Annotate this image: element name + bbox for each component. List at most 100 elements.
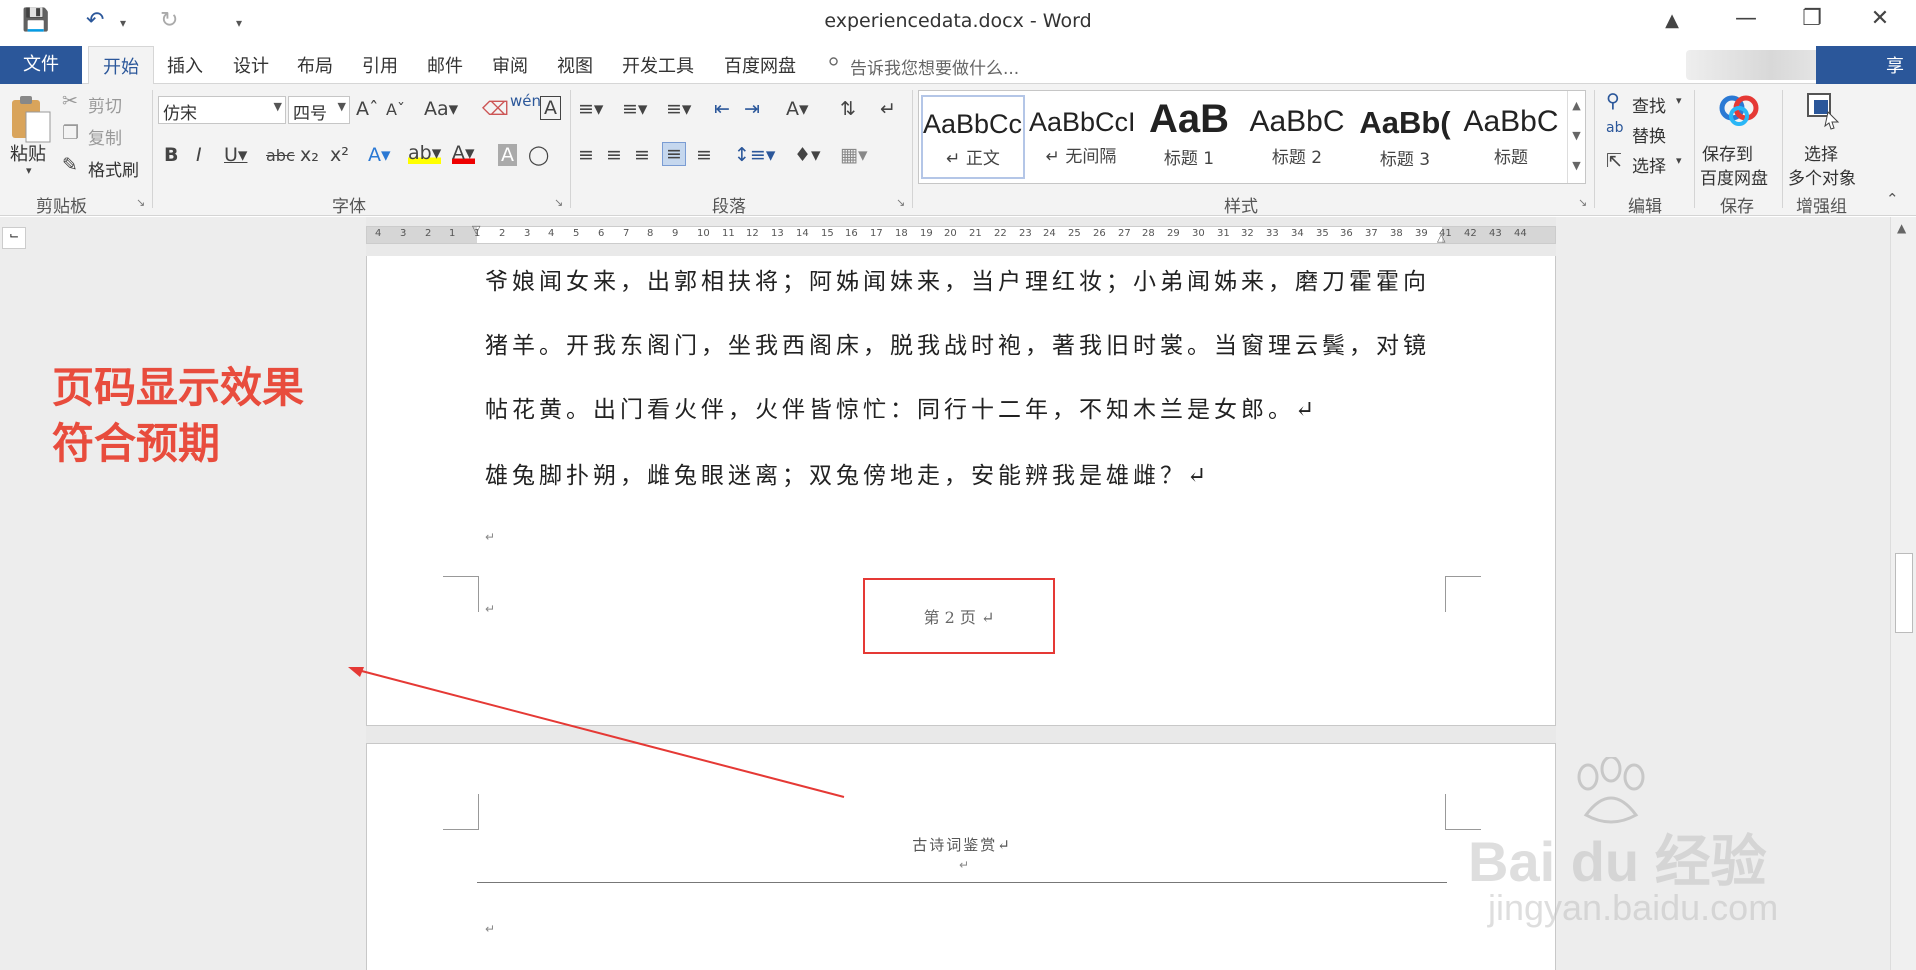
borders-icon[interactable]: ▦▾ (840, 144, 868, 166)
enclose-characters-icon[interactable]: ◯ (528, 144, 549, 166)
select-objects-icon[interactable] (1806, 92, 1842, 130)
tab-references[interactable]: 引用 (362, 52, 398, 78)
font-launcher-icon[interactable]: ↘ (554, 196, 563, 209)
select-objects-line2[interactable]: 多个对象 (1788, 164, 1856, 189)
align-right-icon[interactable]: ≡ (634, 144, 650, 166)
cut-button[interactable]: 剪切 (88, 92, 122, 117)
bullets-icon[interactable]: ≡▾ (578, 98, 603, 120)
find-icon[interactable]: ⚲ (1606, 90, 1620, 112)
subscript-icon[interactable]: x₂ (300, 144, 319, 166)
styles-launcher-icon[interactable]: ↘ (1578, 196, 1587, 209)
vertical-scrollbar[interactable]: ▲ (1890, 217, 1916, 970)
numbering-icon[interactable]: ≡▾ (622, 98, 647, 120)
select-icon[interactable]: ⇱ (1606, 150, 1622, 172)
tab-review[interactable]: 审阅 (492, 52, 528, 78)
select-button[interactable]: 选择 (1632, 152, 1666, 177)
select-dropdown-icon[interactable]: ▾ (1676, 154, 1682, 167)
align-left-icon[interactable]: ≡ (578, 144, 594, 166)
tab-view[interactable]: 视图 (557, 52, 593, 78)
decrease-indent-icon[interactable]: ⇤ (714, 98, 730, 120)
restore-button[interactable]: ❐ (1792, 6, 1832, 31)
style-heading-2[interactable]: AaBbC 标题 2 (1245, 95, 1349, 179)
tab-selector-icon[interactable]: ⌙ (2, 227, 26, 249)
save-to-baidu-line1[interactable]: 保存到 (1702, 140, 1753, 165)
shading-icon[interactable]: ♦▾ (794, 144, 821, 166)
share-button[interactable]: 享 (1816, 46, 1916, 84)
copy-icon[interactable]: ❐ (62, 122, 79, 144)
format-painter-icon[interactable]: ✎ (62, 154, 78, 176)
clear-format-icon[interactable]: ⌫ (482, 98, 509, 120)
close-button[interactable]: ✕ (1860, 6, 1900, 31)
tab-design[interactable]: 设计 (233, 52, 269, 78)
body-text-line[interactable]: 爷娘闻女来，出郭相扶将；阿姊闻妹来，当户理红妆；小弟闻姊来，磨刀霍霍向 (485, 262, 1430, 296)
style-heading-1[interactable]: AaB 标题 1 (1137, 95, 1241, 179)
superscript-icon[interactable]: x² (330, 144, 349, 166)
page-number-footer[interactable]: 第 2 页 ↵ (863, 604, 1055, 628)
tab-home[interactable]: 开始 (88, 46, 154, 85)
chinese-layout-icon[interactable]: A▾ (786, 98, 809, 120)
highlight-color-icon[interactable]: ab▾ (408, 142, 442, 164)
select-objects-line1[interactable]: 选择 (1804, 140, 1838, 165)
save-to-baidu-line2[interactable]: 百度网盘 (1700, 164, 1768, 189)
sort-icon[interactable]: ⇅ (840, 98, 856, 120)
character-border-icon[interactable]: A (540, 96, 561, 120)
tab-baidu-netdisk[interactable]: 百度网盘 (724, 52, 796, 78)
line-spacing-icon[interactable]: ↕≡▾ (734, 144, 775, 166)
style-no-spacing[interactable]: AaBbCcI ↵ 无间隔 (1029, 95, 1133, 179)
styles-scroll[interactable]: ▲ ▼ ▼ (1567, 91, 1585, 183)
indent-marker-icon[interactable]: ▽ (472, 223, 480, 236)
body-text-line[interactable]: 猪羊。开我东阁门，坐我西阁床，脱我战时袍，著我旧时裳。当窗理云鬓，对镜 (485, 326, 1430, 360)
show-marks-icon[interactable]: ↵ (880, 98, 896, 120)
replace-icon[interactable]: ab (1606, 120, 1623, 136)
body-text-line[interactable]: 帖花黄。出门看火伴，火伴皆惊忙：同行十二年，不知木兰是女郎。↵ (485, 390, 1318, 424)
copy-button[interactable]: 复制 (88, 124, 122, 149)
text-effects-icon[interactable]: A▾ (368, 144, 391, 166)
underline-icon[interactable]: U▾ (224, 144, 247, 166)
font-color-icon[interactable]: A▾ (452, 142, 475, 164)
increase-indent-icon[interactable]: ⇥ (744, 98, 760, 120)
style-title[interactable]: AaBbC 标题 (1461, 95, 1561, 179)
paste-dropdown-icon[interactable]: ▾ (26, 164, 32, 177)
change-case-icon[interactable]: Aa▾ (424, 98, 458, 120)
clipboard-launcher-icon[interactable]: ↘ (136, 196, 145, 209)
character-shading-icon[interactable]: A (498, 144, 517, 166)
baidu-netdisk-icon[interactable] (1718, 90, 1760, 130)
right-indent-marker-icon[interactable]: △ (1437, 231, 1445, 244)
format-painter-button[interactable]: 格式刷 (88, 156, 139, 181)
italic-icon[interactable]: I (196, 144, 202, 166)
multilevel-list-icon[interactable]: ≡▾ (666, 98, 691, 120)
font-name-combo[interactable]: 仿宋 ▼ (158, 96, 286, 124)
minimize-button[interactable]: — (1726, 6, 1766, 31)
grow-font-icon[interactable]: Aˆ (356, 98, 379, 120)
paste-button[interactable]: 粘贴 (10, 140, 46, 166)
cut-icon[interactable]: ✂ (62, 90, 78, 112)
tab-mailings[interactable]: 邮件 (427, 52, 463, 78)
tab-insert[interactable]: 插入 (167, 52, 203, 78)
shrink-font-icon[interactable]: Aˇ (386, 100, 405, 119)
collapse-ribbon-icon[interactable]: ⌃ (1886, 190, 1899, 208)
justify-icon[interactable]: ≡ (662, 142, 686, 166)
distributed-icon[interactable]: ≡ (696, 144, 712, 166)
phonetic-guide-icon[interactable]: wén (510, 92, 541, 110)
paragraph-launcher-icon[interactable]: ↘ (896, 196, 905, 209)
strikethrough-icon[interactable]: abc (266, 146, 295, 165)
scrollbar-thumb[interactable] (1895, 553, 1913, 633)
style-heading-3[interactable]: AaBb( 标题 3 (1353, 95, 1457, 179)
font-size-combo[interactable]: 四号 ▼ (288, 96, 350, 124)
align-center-icon[interactable]: ≡ (606, 144, 622, 166)
bold-icon[interactable]: B (164, 144, 178, 166)
paste-icon[interactable] (8, 92, 56, 144)
find-dropdown-icon[interactable]: ▾ (1676, 94, 1682, 107)
find-button[interactable]: 查找 (1632, 92, 1666, 117)
ribbon-display-icon[interactable]: ▲ (1652, 10, 1692, 31)
tab-developer[interactable]: 开发工具 (622, 52, 694, 78)
replace-button[interactable]: 替换 (1632, 122, 1666, 147)
style-normal[interactable]: AaBbCcI ↵ 正文 (921, 95, 1025, 179)
tab-file[interactable]: 文件 (0, 46, 82, 84)
scroll-up-icon[interactable]: ▲ (1897, 221, 1906, 235)
body-text-line[interactable]: 雄兔脚扑朔，雌兔眼迷离；双兔傍地走，安能辨我是雄雌？↵ (485, 456, 1210, 490)
horizontal-ruler[interactable]: 4 3 2 1 1 2 3 4 5 6 7 8 9 10 11 12 13 14 15 16 17 18 19 20 21 22 2… (366, 223, 1556, 244)
page-header-text[interactable]: 古诗词鉴赏↵ (367, 834, 1557, 855)
tab-layout[interactable]: 布局 (297, 52, 333, 78)
tell-me-search[interactable]: 告诉我您想要做什么... (850, 54, 1019, 79)
